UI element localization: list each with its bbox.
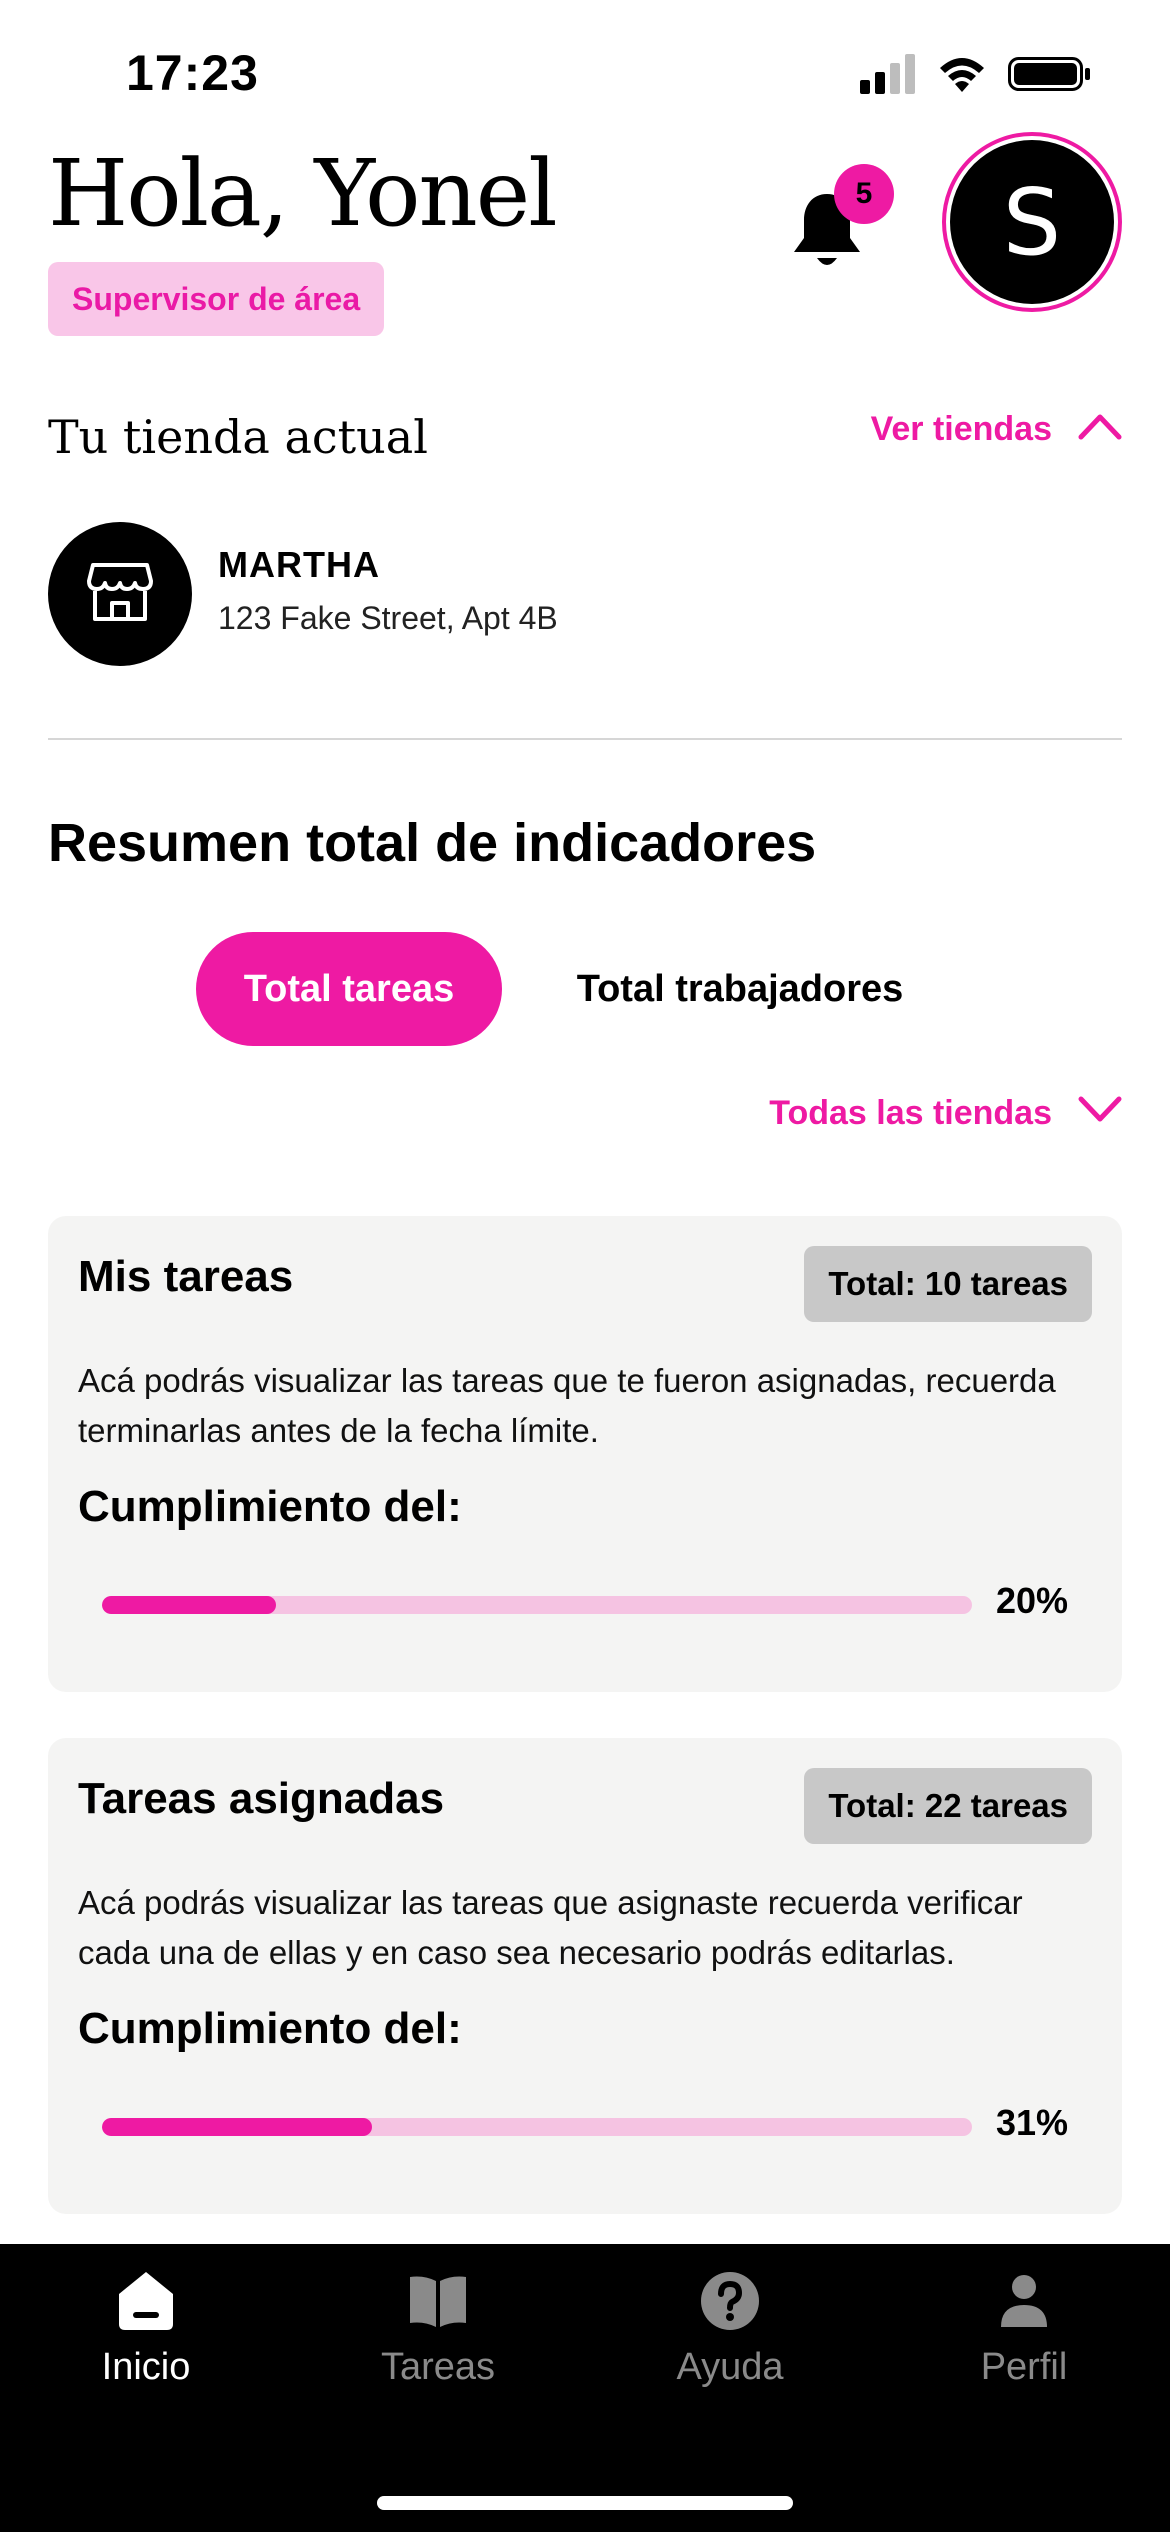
card-total-badge: Total: 10 tareas [804,1246,1092,1322]
view-stores-label: Ver tiendas [870,410,1052,448]
nav-label: Tareas [380,2346,496,2388]
chevron-up-icon [1078,410,1122,449]
current-store-title: Tu tienda actual [48,410,428,464]
card-title: Tareas asignadas [78,1774,445,1823]
storefront-icon [87,561,153,628]
avatar-initial: S [950,140,1114,304]
store-address: 123 Fake Street, Apt 4B [218,600,558,636]
notification-count-badge: 5 [834,164,894,224]
card-description: Acá podrás visualizar las tareas que te … [78,1362,1056,1449]
card-compliance-label: Cumplimiento del: [78,1482,462,1531]
nav-label: Inicio [101,2346,191,2388]
store-filter-label: Todas las tiendas [769,1094,1052,1132]
home-indicator [377,2496,793,2510]
assigned-tasks-card[interactable]: Tareas asignadas Total: 22 tareas Acá po… [48,1738,1122,2214]
indicators-title: Resumen total de indicadores [48,813,817,873]
home-icon [111,2266,181,2336]
avatar[interactable]: S [942,132,1122,312]
store-avatar [48,522,192,666]
book-icon [403,2266,473,2336]
view-stores-toggle[interactable]: Ver tiendas [871,410,1122,449]
progress-bar [102,2118,972,2136]
status-icons [860,53,1092,99]
card-description: Acá podrás visualizar las tareas que asi… [78,1884,1023,1971]
progress-percent: 20% [995,1580,1068,1621]
status-time: 17:23 [126,45,259,101]
chevron-down-icon [1078,1094,1122,1133]
card-total-badge: Total: 22 tareas [804,1768,1092,1844]
store-name: MARTHA [218,544,380,585]
nav-label: Ayuda [676,2346,784,2388]
nav-item-profile[interactable]: Perfil [924,2266,1124,2389]
nav-label: Perfil [980,2346,1068,2388]
battery-icon [1008,54,1092,99]
person-icon [989,2266,1059,2336]
divider [48,738,1122,740]
role-badge: Supervisor de área [48,262,385,336]
card-title: Mis tareas [78,1252,294,1301]
status-bar: 17:23 [0,0,1170,150]
store-filter-dropdown[interactable]: Todas las tiendas [769,1094,1122,1133]
card-compliance-label: Cumplimiento del: [78,2004,462,2053]
wifi-icon [936,54,988,99]
tab-total-workers[interactable]: Total trabajadores [540,932,940,1046]
greeting-title: Hola, Yonel [48,140,558,247]
progress-fill [102,2118,372,2136]
my-tasks-card[interactable]: Mis tareas Total: 10 tareas Acá podrás v… [48,1216,1122,1692]
progress-fill [102,1596,276,1614]
progress-percent: 31% [995,2102,1068,2143]
nav-item-tasks[interactable]: Tareas [338,2266,538,2389]
cellular-signal-icon [860,53,916,99]
bottom-nav: Inicio Tareas Ayuda Perfil [0,2244,1170,2532]
progress-bar [102,1596,972,1614]
tab-total-tasks[interactable]: Total tareas [196,932,502,1046]
nav-item-help[interactable]: Ayuda [630,2266,830,2389]
nav-item-home[interactable]: Inicio [46,2266,246,2389]
help-icon [695,2266,765,2336]
